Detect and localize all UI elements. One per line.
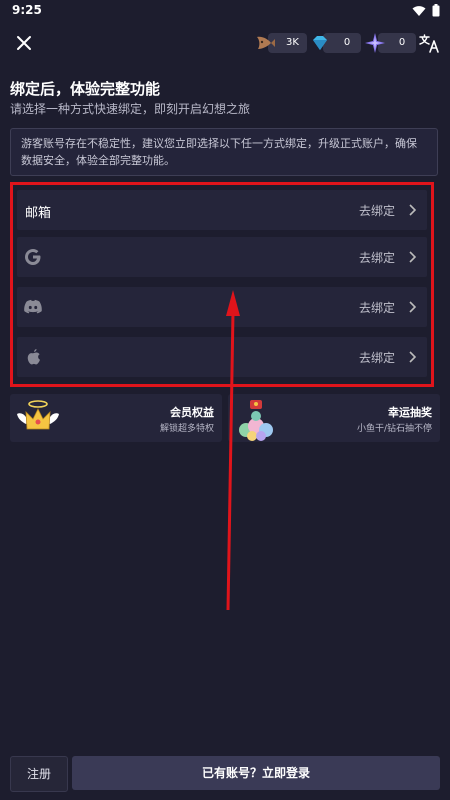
vip-benefits-card[interactable]: 会员权益 解锁超多特权 (10, 394, 222, 442)
translate-icon[interactable] (418, 32, 440, 54)
status-time: 9:25 (12, 3, 42, 17)
status-icons (412, 4, 440, 17)
bind-options-list: 邮箱 去绑定 去绑定 去绑定 去绑定 (10, 182, 434, 387)
lucky-draw-card[interactable]: 幸运抽奖 小鱼干/钻石抽不停 (228, 394, 440, 442)
chevron-right-icon (409, 351, 417, 363)
bind-action-label: 去绑定 (358, 251, 395, 265)
page-title: 绑定后，体验完整功能 (10, 80, 161, 98)
battery-icon (432, 4, 440, 17)
discord-icon (24, 299, 42, 314)
currency-diamond[interactable]: 0 (309, 32, 361, 54)
status-bar: 9:25 (0, 0, 450, 22)
wifi-icon (412, 5, 426, 16)
page-subtitle: 请选择一种方式快速绑定，即刻开启幻想之旅 (10, 102, 251, 116)
chevron-right-icon (409, 251, 417, 263)
login-button[interactable]: 已有账号？立即登录 (72, 756, 440, 790)
bind-action-label: 去绑定 (358, 351, 395, 365)
star-icon (365, 33, 385, 53)
chevron-right-icon (409, 301, 417, 313)
lucky-card-title: 幸运抽奖 (388, 406, 432, 419)
close-icon[interactable] (14, 33, 34, 53)
notice-text: 游客账号存在不稳定性，建议您立即选择以下任一方式绑定，升级正式账户，确保数据安全… (10, 128, 438, 176)
google-icon (25, 249, 41, 265)
crown-icon (17, 400, 59, 430)
bind-discord-row[interactable]: 去绑定 (17, 287, 427, 327)
diamond-icon (313, 36, 327, 50)
chevron-right-icon (409, 204, 417, 216)
bind-google-row[interactable]: 去绑定 (17, 237, 427, 277)
vip-card-title: 会员权益 (170, 406, 214, 419)
currency-fish[interactable]: 3K (254, 32, 307, 54)
bind-email-row[interactable]: 邮箱 去绑定 (17, 190, 427, 230)
top-bar: 3K 0 0 (0, 28, 450, 60)
bind-action-label: 去绑定 (358, 301, 395, 315)
register-button[interactable]: 注册 (10, 756, 68, 792)
vip-card-subtitle: 解锁超多特权 (159, 424, 214, 434)
bind-apple-row[interactable]: 去绑定 (17, 337, 427, 377)
apple-icon (27, 349, 40, 365)
gift-icon (239, 400, 273, 441)
bind-email-label: 邮箱 (25, 206, 52, 221)
bind-action-label: 去绑定 (358, 204, 395, 218)
fish-icon (257, 36, 275, 49)
currency-star[interactable]: 0 (364, 32, 416, 54)
lucky-card-subtitle: 小鱼干/钻石抽不停 (356, 424, 432, 434)
